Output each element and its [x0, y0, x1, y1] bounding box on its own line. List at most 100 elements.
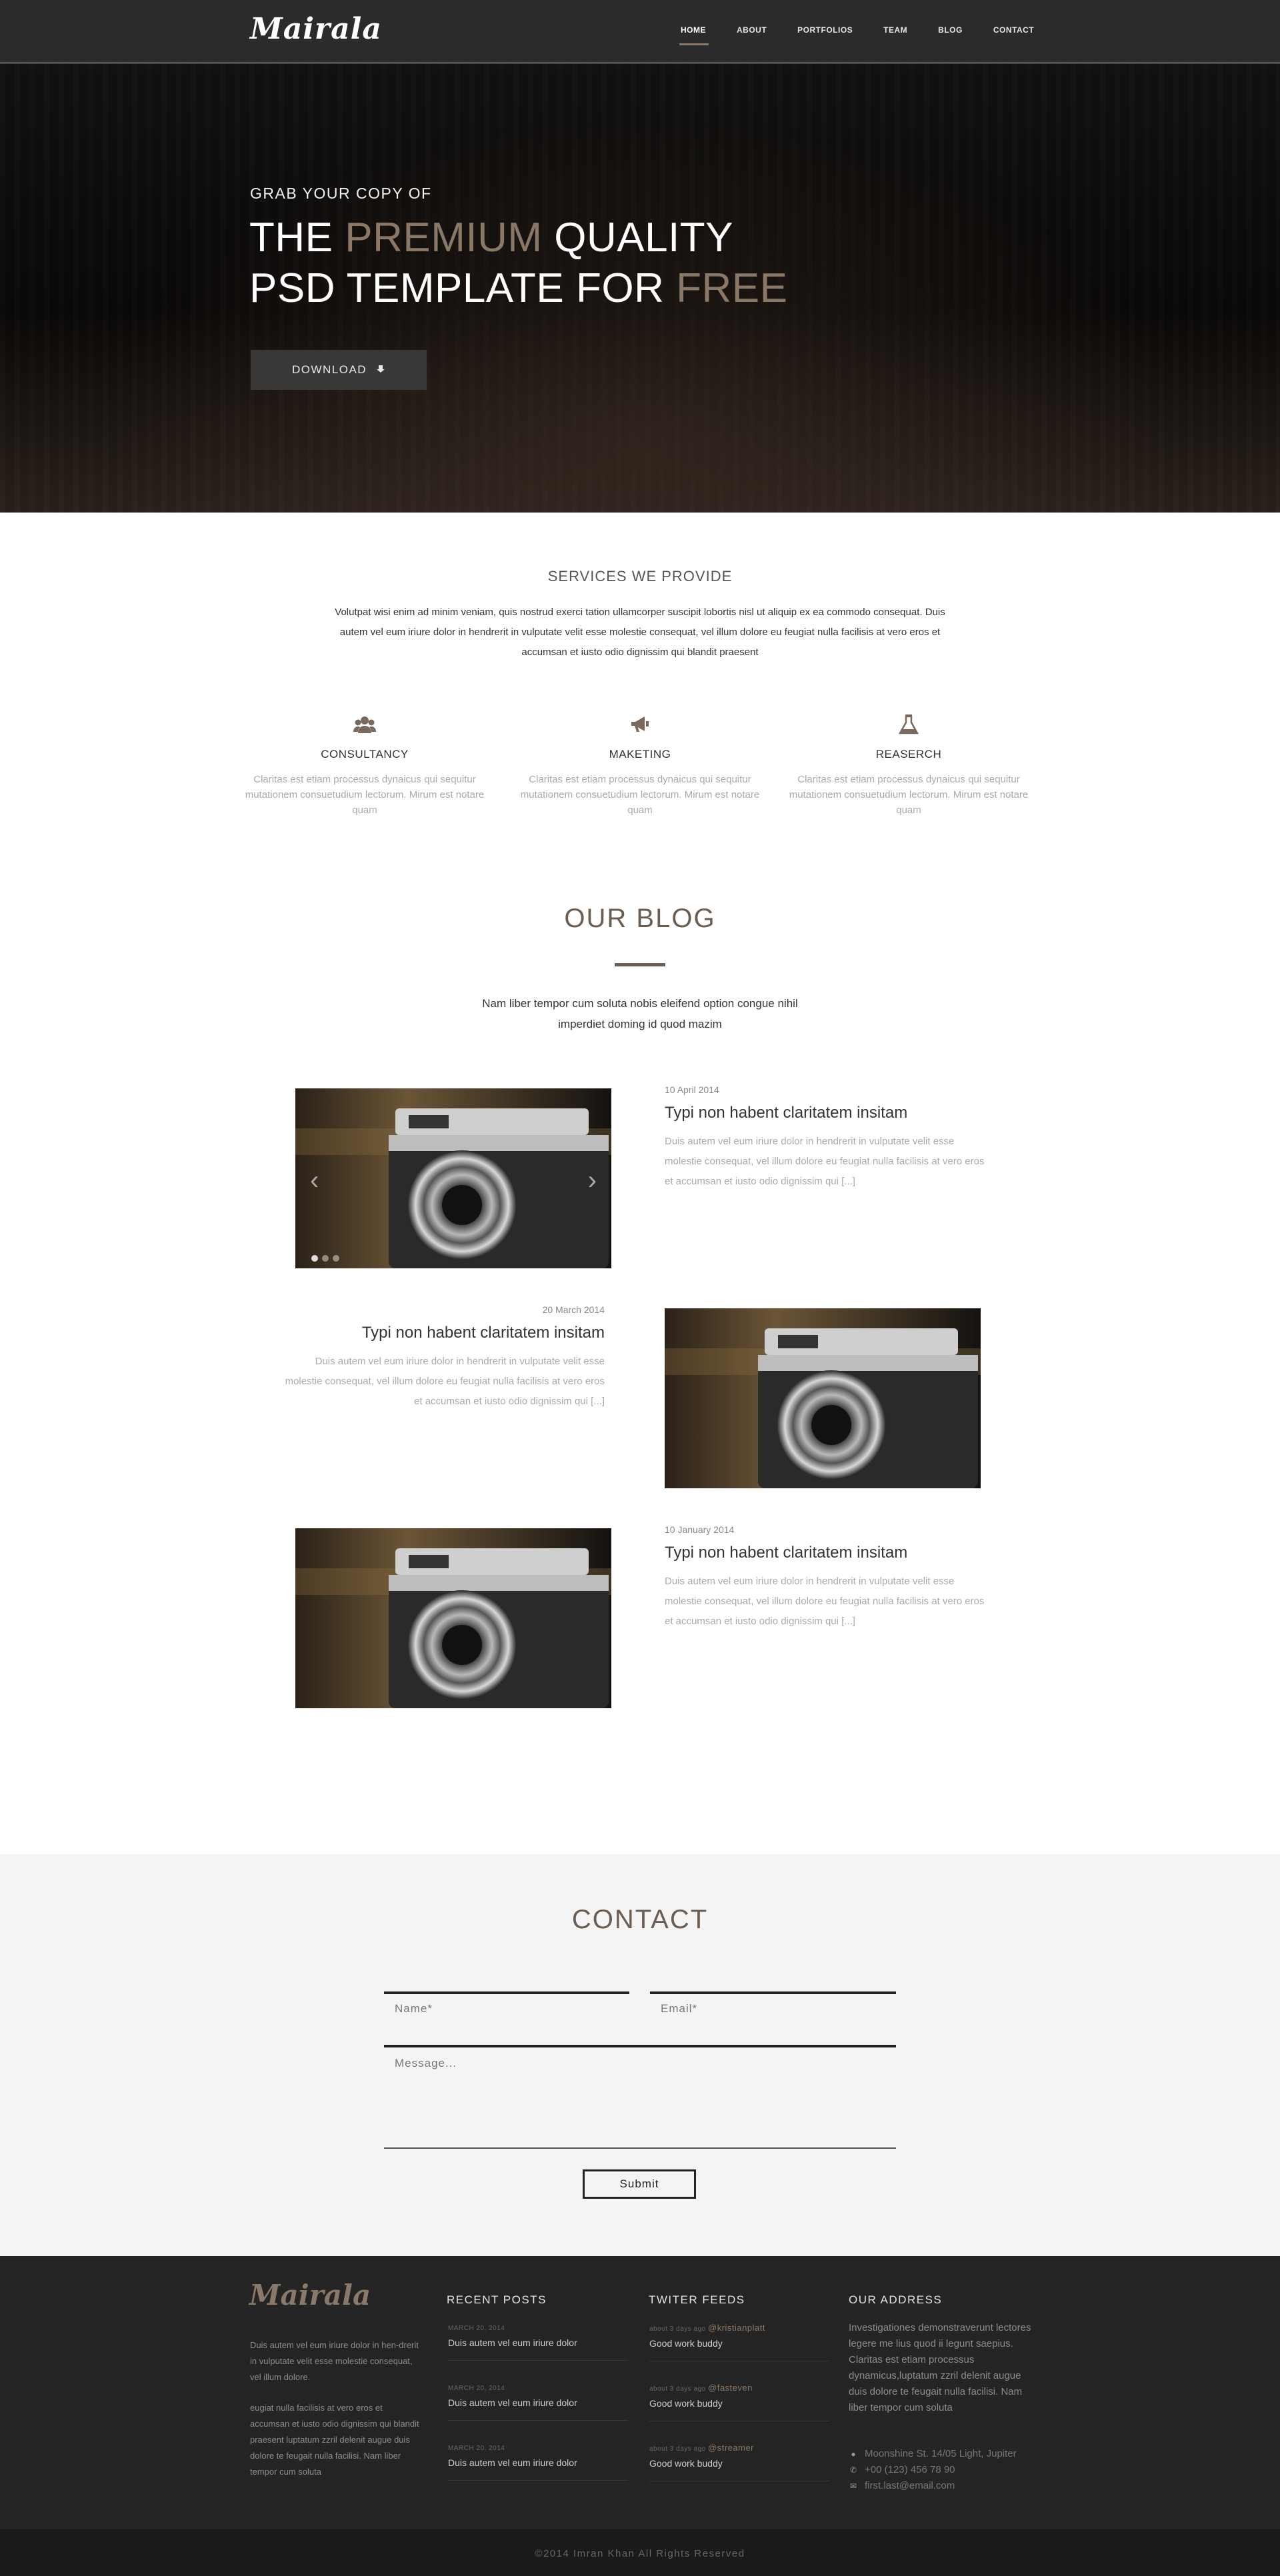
recent-post-title[interactable]: Duis autem vel eum iriure dolor [448, 2337, 628, 2348]
tweet-meta: about 3 days ago @kristianplatt [649, 2323, 829, 2333]
tweet-meta: about 3 days ago @streamer [649, 2443, 829, 2453]
service-card: REASERCH Claritas est etiam processus dy… [782, 713, 1035, 818]
main-nav: HOME ABOUT PORTFOLIOS TEAM BLOG CONTACT [679, 25, 1065, 48]
post-excerpt: Duis autem vel eum iriure dolor in hendr… [665, 1136, 985, 1187]
tweet-handle[interactable]: @streamer [708, 2443, 754, 2453]
message-underline [384, 2147, 896, 2149]
hero-title-highlight: FREE [676, 265, 788, 311]
envelope-icon: ✉ [849, 2481, 857, 2491]
recent-post-title[interactable]: Duis autem vel eum iriure dolor [448, 2457, 628, 2468]
slider-dots [311, 1255, 339, 1262]
tweet-handle[interactable]: @kristianplatt [708, 2323, 765, 2333]
camera-photo [295, 1528, 611, 1708]
camera-photo [665, 1308, 981, 1488]
users-icon [353, 713, 376, 736]
tweet-time: about 3 days ago [649, 2325, 706, 2333]
download-label: DOWNLOAD [291, 363, 367, 376]
slider-dot[interactable] [322, 1255, 329, 1262]
post-date: 20 March 2014 [542, 1304, 605, 1315]
download-icon [376, 365, 385, 375]
service-text: Claritas est etiam processus dynaicus qu… [245, 774, 485, 816]
recent-post-item[interactable]: MARCH 20, 2014 Duis autem vel eum iriure… [448, 2385, 628, 2421]
nav-team[interactable]: TEAM [883, 25, 907, 48]
recent-post-date: MARCH 20, 2014 [448, 2325, 505, 2332]
blog-divider [615, 963, 665, 966]
post-image-slider[interactable]: ‹ › [295, 1088, 611, 1268]
post-date: 10 January 2014 [665, 1524, 735, 1535]
hero-title: THE PREMIUM QUALITY PSD TEMPLATE FOR FRE… [249, 213, 787, 314]
services-title: SERVICES WE PROVIDE [547, 568, 733, 585]
slider-dot[interactable] [311, 1255, 318, 1262]
slider-next-icon[interactable]: › [588, 1167, 597, 1194]
name-field[interactable] [384, 1991, 629, 2023]
hero-title-part: QUALITY [542, 215, 734, 261]
phone-icon: ✆ [849, 2465, 857, 2475]
tweet-time: about 3 days ago [649, 2385, 706, 2393]
post-title[interactable]: Typi non habent claritatem insitam [665, 1104, 907, 1122]
tweet-item: about 3 days ago @fasteven Good work bud… [649, 2383, 829, 2421]
hero-banner: GRAB YOUR COPY OF THE PREMIUM QUALITY PS… [0, 63, 1280, 513]
recent-post-item[interactable]: MARCH 20, 2014 Duis autem vel eum iriure… [448, 2325, 628, 2361]
site-footer: Mairala Duis autem vel eum iriure dolor … [0, 2256, 1280, 2529]
tweet-item: about 3 days ago @kristianplatt Good wor… [649, 2323, 829, 2361]
download-button[interactable]: DOWNLOAD [251, 350, 427, 390]
service-title: REASERCH [875, 748, 942, 760]
recent-posts-heading: RECENT POSTS [447, 2293, 547, 2306]
address-location: ● Moonshine St. 14/05 Light, Jupiter [849, 2448, 1017, 2459]
nav-about[interactable]: ABOUT [737, 25, 767, 48]
tweet-time: about 3 days ago [649, 2445, 706, 2453]
tweet-meta: about 3 days ago @fasteven [649, 2383, 829, 2393]
post-title[interactable]: Typi non habent claritatem insitam [285, 1324, 605, 1342]
blog-description: Nam liber tempor cum soluta nobis eleife… [482, 997, 798, 1030]
nav-blog[interactable]: BLOG [938, 25, 963, 48]
footer-about-text: eugiat nulla facilisis at vero eros et a… [250, 2403, 419, 2477]
service-title: MAKETING [609, 748, 671, 760]
submit-button[interactable]: Submit [583, 2169, 696, 2199]
post-image[interactable] [665, 1308, 981, 1488]
nav-home[interactable]: HOME [679, 25, 709, 48]
address-description: Investigationes demonstraverunt lectores… [849, 2322, 1031, 2413]
post-excerpt: Duis autem vel eum iriure dolor in hendr… [285, 1356, 605, 1407]
message-field[interactable] [384, 2045, 896, 2147]
post-excerpt: Duis autem vel eum iriure dolor in hendr… [665, 1576, 985, 1627]
address-phone-text: +00 (123) 456 78 90 [865, 2464, 955, 2475]
recent-post-date: MARCH 20, 2014 [448, 2385, 505, 2392]
footer-about-text: Duis autem vel eum iriure dolor in hen-d… [250, 2340, 419, 2382]
address-email[interactable]: ✉ first.last@email.com [849, 2480, 955, 2491]
camera-photo [295, 1088, 611, 1268]
tweet-handle[interactable]: @fasteven [708, 2383, 753, 2393]
hero-subtitle: GRAB YOUR COPY OF [250, 185, 432, 202]
site-logo[interactable]: Mairala [250, 12, 382, 46]
email-field[interactable] [650, 1991, 896, 2023]
recent-post-title[interactable]: Duis autem vel eum iriure dolor [448, 2397, 628, 2408]
tweet-item: about 3 days ago @streamer Good work bud… [649, 2443, 829, 2481]
copyright-text: ©2014 Imran Khan All Rights Reserved [535, 2548, 745, 2559]
service-text: Claritas est etiam processus dynaicus qu… [520, 774, 760, 816]
address-location-text: Moonshine St. 14/05 Light, Jupiter [865, 2448, 1017, 2459]
service-text: Claritas est etiam processus dynaicus qu… [789, 774, 1029, 816]
post-title[interactable]: Typi non habent claritatem insitam [665, 1544, 907, 1562]
address-email-text[interactable]: first.last@email.com [865, 2480, 955, 2491]
tweet-text: Good work buddy [649, 2458, 723, 2469]
hero-title-part: PSD TEMPLATE FOR [249, 265, 677, 311]
nav-portfolios[interactable]: PORTFOLIOS [797, 25, 853, 48]
slider-prev-icon[interactable]: ‹ [310, 1167, 319, 1194]
recent-post-date: MARCH 20, 2014 [448, 2445, 505, 2452]
tweet-text: Good work buddy [649, 2398, 723, 2409]
hero-title-highlight: PREMIUM [345, 215, 543, 261]
service-card: MAKETING Claritas est etiam processus dy… [513, 713, 767, 818]
map-marker-icon: ● [851, 2449, 856, 2459]
twitter-heading: TWITER FEEDS [649, 2293, 745, 2306]
footer-logo[interactable]: Mairala [249, 2279, 371, 2311]
slider-dot[interactable] [333, 1255, 339, 1262]
service-title: CONSULTANCY [321, 748, 409, 760]
address-phone: ✆ +00 (123) 456 78 90 [849, 2464, 955, 2475]
site-header: Mairala HOME ABOUT PORTFOLIOS TEAM BLOG … [0, 0, 1280, 63]
hero-title-part: THE [249, 215, 345, 261]
megaphone-icon [629, 713, 651, 736]
post-image[interactable] [295, 1528, 611, 1708]
contact-title: CONTACT [571, 1905, 709, 1934]
nav-contact[interactable]: CONTACT [993, 25, 1034, 48]
service-card: CONSULTANCY Claritas est etiam processus… [238, 713, 491, 818]
recent-post-item[interactable]: MARCH 20, 2014 Duis autem vel eum iriure… [448, 2445, 628, 2481]
